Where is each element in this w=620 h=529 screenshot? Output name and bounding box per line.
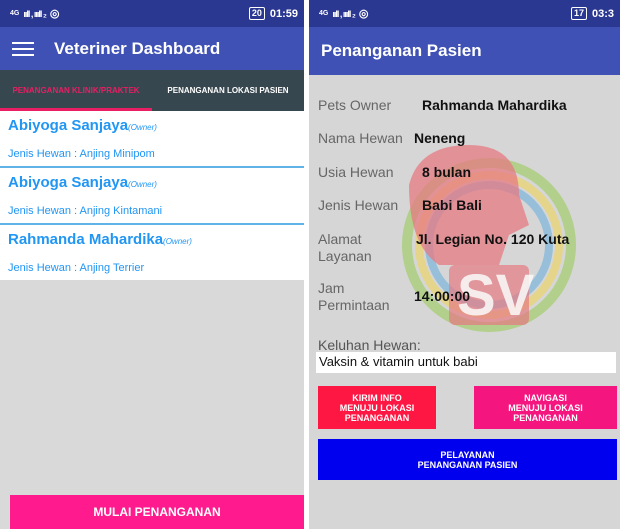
field-label: Pets Owner	[318, 97, 392, 113]
app-bar: Veteriner Dashboard	[0, 27, 304, 70]
owner-name: Abiyoga Sanjaya	[8, 174, 129, 191]
owner-tag: (Owner)	[163, 237, 192, 246]
field-value: Neneng	[414, 130, 466, 146]
patient-service-button[interactable]: PELAYANAN PENANGANAN PASIEN	[318, 439, 617, 480]
field-value: Babi Bali	[422, 197, 482, 213]
tab-klinik-praktek[interactable]: PENANGANAN KLINIK/PRAKTEK	[0, 70, 152, 111]
status-bar: 4G ııll , ıııll ₂ ◎ 17 03:3	[309, 0, 620, 27]
field-label: Jam Permintaan	[318, 280, 390, 313]
battery-icon: 17	[570, 7, 587, 20]
field-label: Usia Hewan	[318, 164, 394, 180]
animal-type: Jenis Hewan : Anjing Kintamani	[8, 205, 163, 217]
field-label: Alamat Layanan	[318, 231, 372, 264]
owner-name: Rahmanda Mahardika	[8, 231, 164, 248]
navigate-to-location-button[interactable]: NAVIGASI MENUJU LOKASI PENANGANAN	[474, 386, 617, 429]
patient-detail: SV Pets Owner Rahmanda Mahardika Nama He…	[309, 75, 620, 529]
field-alamat-layanan: Alamat Layanan Jl. Legian No. 120 Kuta	[318, 231, 569, 265]
owner-tag: (Owner)	[128, 123, 157, 132]
menu-icon[interactable]	[12, 41, 34, 56]
field-value: Rahmanda Mahardika	[422, 97, 567, 113]
field-usia-hewan: Usia Hewan 8 bulan	[318, 164, 471, 181]
signal-icon: ııll , ıııll ₂	[23, 8, 46, 19]
tab-lokasi-pasien[interactable]: PENANGANAN LOKASI PASIEN	[152, 70, 304, 111]
start-treatment-button[interactable]: MULAI PENANGANAN	[10, 495, 304, 529]
field-value: 14:00:00	[414, 288, 471, 304]
page-title: Veteriner Dashboard	[54, 38, 221, 58]
clock: 03:3	[591, 7, 614, 20]
field-label: Nama Hewan	[318, 130, 403, 146]
tab-indicator	[0, 108, 152, 111]
send-location-info-button[interactable]: KIRIM INFO MENUJU LOKASI PENANGANAN	[318, 386, 436, 429]
hotspot-icon: ◎	[49, 8, 60, 20]
field-value: Jl. Legian No. 120 Kuta	[416, 231, 570, 247]
app-bar: Penanganan Pasien	[309, 27, 620, 75]
list-item[interactable]: Abiyoga Sanjaya(Owner) Jenis Hewan : Anj…	[0, 111, 304, 168]
owner-tag: (Owner)	[128, 180, 157, 189]
keluhan-label: Keluhan Hewan:	[318, 337, 421, 353]
list-item[interactable]: Rahmanda Mahardika(Owner) Jenis Hewan : …	[0, 225, 304, 280]
right-screen: 4G ııll , ıııll ₂ ◎ 17 03:3 Penanganan P…	[309, 0, 620, 529]
field-pets-owner: Pets Owner Rahmanda Mahardika	[318, 97, 567, 114]
hotspot-icon: ◎	[358, 8, 369, 20]
animal-type: Jenis Hewan : Anjing Terrier	[8, 262, 145, 274]
animal-type: Jenis Hewan : Anjing Minipom	[8, 148, 155, 160]
field-jam-permintaan: Jam Permintaan 14:00:00	[318, 280, 470, 314]
left-screen: 4G ııll , ıııll ₂ ◎ 20 01:59 Veteriner D…	[0, 0, 304, 529]
network-indicator: 4G	[10, 10, 20, 17]
field-label: Jenis Hewan	[318, 197, 399, 213]
clock: 01:59	[269, 7, 298, 20]
battery-icon: 20	[248, 7, 265, 20]
owner-name: Abiyoga Sanjaya	[8, 117, 129, 134]
patient-list: Abiyoga Sanjaya(Owner) Jenis Hewan : Anj…	[0, 111, 304, 280]
keluhan-field[interactable]: Vaksin & vitamin untuk babi	[316, 352, 616, 373]
tab-bar: PENANGANAN KLINIK/PRAKTEK PENANGANAN LOK…	[0, 70, 304, 111]
field-nama-hewan: Nama Hewan Neneng	[318, 130, 465, 147]
signal-icon: ııll , ıııll ₂	[332, 8, 355, 19]
network-indicator: 4G	[319, 10, 329, 17]
page-title: Penanganan Pasien	[321, 41, 482, 60]
field-value: 8 bulan	[422, 164, 472, 180]
list-item[interactable]: Abiyoga Sanjaya(Owner) Jenis Hewan : Anj…	[0, 168, 304, 225]
status-bar: 4G ııll , ıııll ₂ ◎ 20 01:59	[0, 0, 304, 27]
field-jenis-hewan: Jenis Hewan Babi Bali	[318, 197, 482, 214]
